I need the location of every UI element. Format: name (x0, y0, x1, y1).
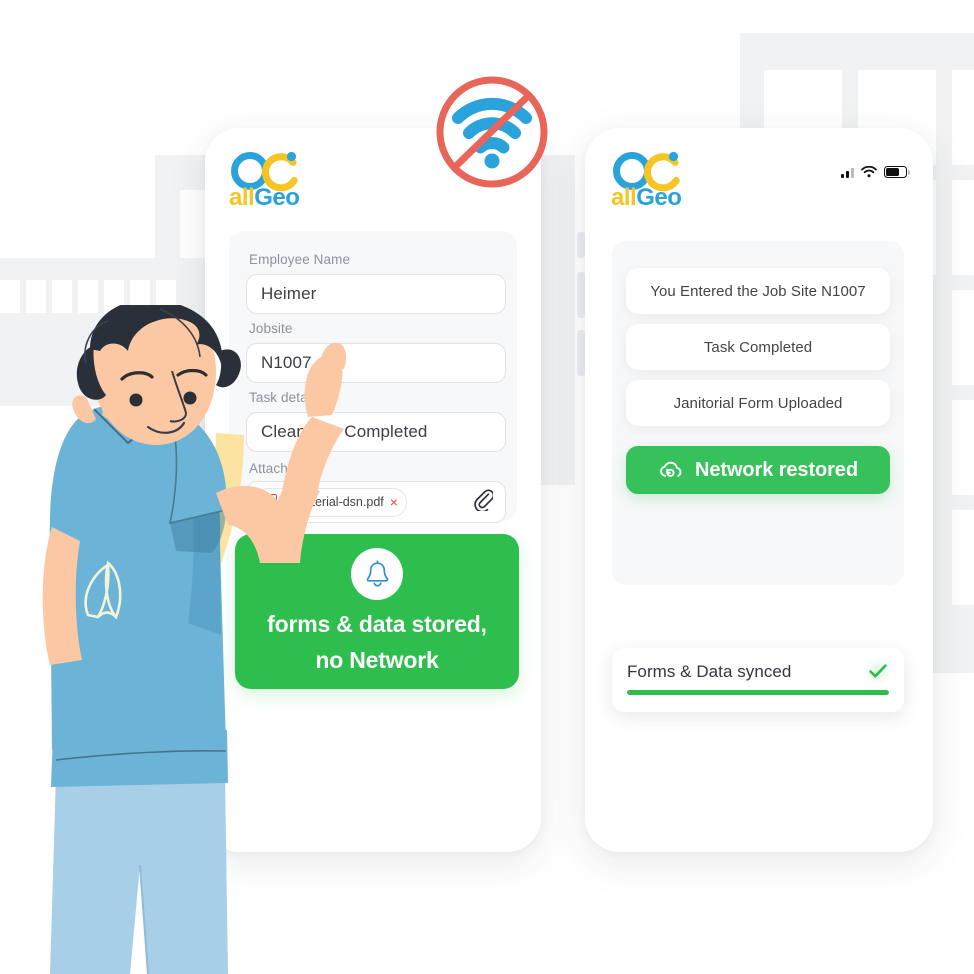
logo-text-all: all (611, 184, 637, 211)
battery-icon (884, 166, 910, 178)
phone-volume-down-button[interactable] (577, 330, 585, 376)
allgeo-logo-icon: allGeo (229, 150, 303, 214)
phone-online-sync: allGeo You Entered the Job Site N1007 Ta… (585, 128, 933, 852)
notification-item[interactable]: Task Completed (626, 324, 890, 370)
background-window (0, 280, 20, 313)
phone-volume-up-button[interactable] (577, 272, 585, 318)
notification-item[interactable]: Janitorial Form Uploaded (626, 380, 890, 426)
background-window (952, 70, 974, 165)
status-bar (841, 166, 910, 178)
no-wifi-icon (433, 73, 551, 191)
attachment-remove-button[interactable]: × (390, 495, 398, 509)
employee-name-value: Heimer (261, 284, 317, 303)
cloud-sync-icon (660, 461, 682, 477)
notification-item[interactable]: You Entered the Job Site N1007 (626, 268, 890, 314)
notification-text: Task Completed (703, 338, 813, 356)
logo-text-geo: Geo (636, 184, 682, 211)
network-restored-banner[interactable]: Network restored (626, 446, 890, 494)
allgeo-wordmark: allGeo (611, 186, 685, 210)
paperclip-icon[interactable] (474, 488, 495, 516)
phone-mute-switch[interactable] (577, 232, 585, 258)
cellular-signal-icon (841, 166, 854, 178)
bell-icon (351, 548, 403, 601)
logo-text-geo: Geo (254, 184, 300, 211)
check-icon (864, 657, 892, 685)
employee-name-label: Employee Name (249, 252, 351, 267)
background-window (952, 290, 974, 385)
notification-text: You Entered the Job Site N1007 (650, 282, 866, 300)
background-window (952, 510, 974, 605)
sync-status-card: Forms & Data synced (612, 648, 904, 712)
sync-progress-bar (627, 690, 889, 695)
sync-status-label: Forms & Data synced (627, 662, 792, 681)
allgeo-logo-icon: allGeo (611, 150, 685, 214)
network-restored-text: Network restored (695, 458, 858, 481)
illustration-scene: allGeo Employee Name Heimer Jobsite N100… (0, 0, 974, 974)
sync-progress-fill (627, 690, 889, 695)
logo-text-all: all (229, 184, 255, 211)
wifi-icon (861, 166, 877, 178)
notification-text: Janitorial Form Uploaded (673, 394, 843, 412)
background-window (952, 180, 974, 275)
worker-character-illustration (20, 299, 350, 974)
background-window (952, 400, 974, 495)
allgeo-wordmark: allGeo (229, 186, 303, 210)
